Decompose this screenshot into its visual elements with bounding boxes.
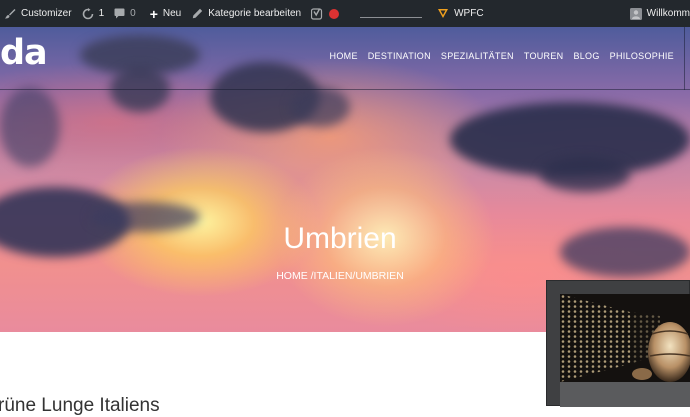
customizer-link[interactable]: Customizer: [4, 0, 72, 27]
video-preview-panel[interactable]: [546, 280, 690, 407]
search-underline: [360, 17, 423, 18]
customizer-label: Customizer: [21, 8, 72, 19]
header-divider-vertical: [684, 27, 685, 90]
wine-cellar-image: [560, 294, 690, 382]
nav-item-philosophie[interactable]: PHILOSOPHIE: [610, 51, 674, 61]
cloud-shape: [0, 87, 60, 167]
plus-icon: +: [149, 5, 158, 22]
edit-category-label: Kategorie bearbeiten: [208, 8, 302, 19]
nav-item-touren[interactable]: TOUREN: [524, 51, 564, 61]
customizer-brush-icon: [4, 8, 16, 20]
wpfc-menu[interactable]: WPFC: [437, 0, 484, 27]
wp-admin-bar: Customizer 1 0 + Neu Kategorie bearbeite…: [0, 0, 690, 27]
yoast-icon: [311, 7, 323, 20]
cloud-shape: [290, 87, 350, 127]
main-navigation: HOME DESTINATION SPEZIALITÄTEN TOUREN BL…: [320, 51, 674, 61]
new-content-link[interactable]: + Neu: [150, 0, 182, 27]
record-indicator[interactable]: [329, 0, 340, 27]
welcome-label: Willkomm: [646, 8, 690, 19]
header-divider: [0, 89, 690, 90]
adminbar-search[interactable]: [360, 0, 423, 27]
nav-item-home[interactable]: HOME: [330, 51, 358, 61]
avatar-icon: [629, 7, 642, 20]
edit-category-link[interactable]: Kategorie bearbeiten: [192, 0, 301, 27]
section-heading: rüne Lunge Italiens: [0, 395, 160, 416]
new-label: Neu: [162, 8, 182, 19]
nav-item-blog[interactable]: BLOG: [573, 51, 599, 61]
nav-item-spezialitaeten[interactable]: SPEZIALITÄTEN: [441, 51, 514, 61]
preview-caption-bar: [560, 382, 690, 407]
yoast-seo-menu[interactable]: [311, 0, 328, 27]
site-logo[interactable]: da: [0, 36, 48, 71]
comment-icon: [114, 8, 125, 19]
comments-link[interactable]: 0: [114, 0, 136, 27]
refresh-icon: [82, 7, 94, 20]
page-title: Umbrien: [283, 222, 397, 255]
nav-item-destination[interactable]: DESTINATION: [368, 51, 431, 61]
updates-count: 1: [98, 8, 105, 19]
updates-link[interactable]: 1: [82, 0, 105, 27]
wpfc-icon: [437, 8, 449, 19]
cloud-shape: [540, 157, 630, 192]
comments-count: 0: [130, 8, 136, 19]
record-icon: [329, 8, 340, 19]
pencil-icon: [192, 8, 203, 19]
my-account-menu[interactable]: Willkomm: [629, 0, 690, 27]
wpfc-label: WPFC: [454, 8, 484, 19]
